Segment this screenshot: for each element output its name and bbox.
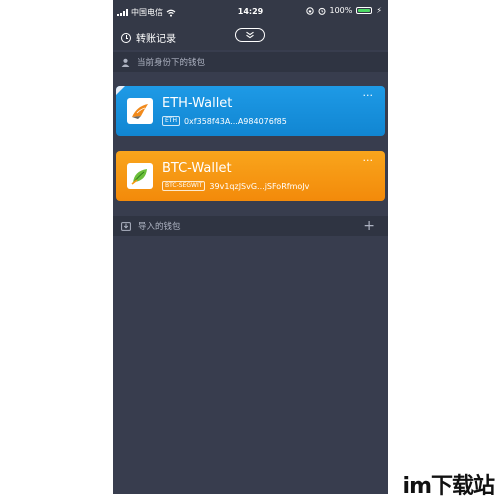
btc-wallet-address: 39v1qzJSvG...jSFoRfmoJv	[209, 181, 310, 191]
wallet-logo-icon	[132, 104, 148, 119]
status-bar: 中国电信 14:29 100% ⚡	[113, 0, 388, 24]
watermark-text: im下载站	[402, 474, 495, 499]
transfer-history-label: 转账记录	[136, 34, 176, 45]
btc-wallet-logo	[127, 163, 153, 189]
charging-icon: ⚡	[376, 6, 382, 15]
battery-percent: 100%	[329, 6, 353, 15]
current-identity-label: 当前身份下的钱包	[137, 58, 206, 68]
btc-wallet-more-button[interactable]: ···	[363, 154, 374, 167]
card-corner-marker	[116, 86, 125, 95]
status-right: 100% ⚡	[305, 6, 382, 15]
eth-wallet-name: ETH-Wallet	[162, 96, 233, 111]
nav-bar: 转账记录	[113, 24, 388, 50]
eth-wallet-logo	[127, 98, 153, 124]
current-identity-section: 当前身份下的钱包	[113, 52, 388, 72]
eth-wallet-more-button[interactable]: ···	[363, 89, 374, 102]
lock-rotation-icon	[305, 6, 314, 15]
eth-wallet-tag: ETH	[162, 116, 180, 126]
leaf-logo-icon	[131, 169, 147, 185]
phone-screen: 中国电信 14:29 100% ⚡ 转账记录 当前身份下的钱包 ETH-Wall…	[113, 0, 388, 494]
alarm-icon	[318, 7, 325, 15]
eth-wallet-address-row: ETH 0xf358f43A...A984076f85	[162, 116, 287, 126]
btc-wallet-name: BTC-Wallet	[162, 161, 232, 176]
double-chevron-down-icon	[246, 31, 254, 39]
btc-wallet-tag: BTC-SEGWIT	[162, 181, 206, 191]
eth-wallet-address: 0xf358f43A...A984076f85	[183, 116, 287, 126]
battery-icon	[356, 7, 373, 14]
btc-wallet-address-row: BTC-SEGWIT 39v1qzJSvG...jSFoRfmoJv	[162, 181, 309, 191]
collapse-button[interactable]	[235, 28, 265, 42]
imported-wallets-section: 导入的钱包 +	[113, 216, 388, 236]
eth-wallet-card[interactable]: ETH-Wallet ETH 0xf358f43A...A984076f85 ·…	[116, 86, 385, 136]
clock-icon	[121, 32, 131, 43]
imported-wallets-label: 导入的钱包	[138, 222, 181, 232]
user-icon	[121, 58, 130, 67]
transfer-history-button[interactable]: 转账记录	[121, 30, 176, 45]
btc-wallet-card[interactable]: BTC-Wallet BTC-SEGWIT 39v1qzJSvG...jSFoR…	[116, 151, 385, 201]
import-icon	[121, 221, 131, 231]
add-wallet-button[interactable]: +	[363, 218, 375, 234]
